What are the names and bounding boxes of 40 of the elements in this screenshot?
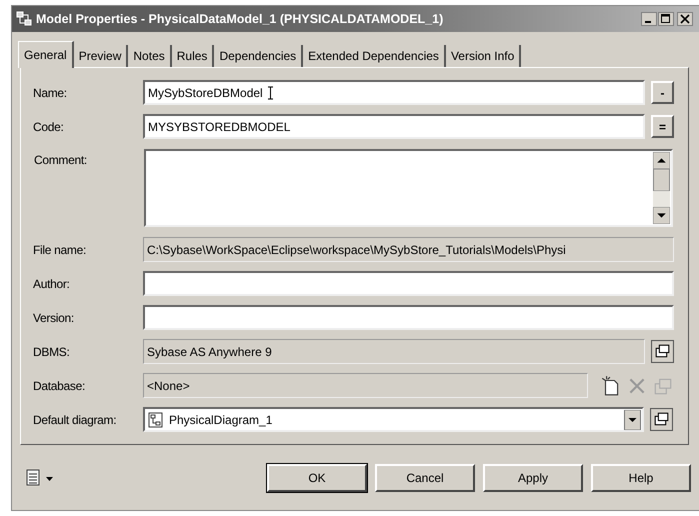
model-icon: [16, 11, 32, 27]
diagram-icon: [148, 412, 164, 428]
tab[interactable]: General: [18, 41, 74, 68]
field-label: Name:: [33, 86, 68, 100]
text-cursor-icon: [266, 86, 274, 100]
properties-button-icon[interactable]: [651, 340, 674, 363]
dialog-button[interactable]: OK: [267, 464, 367, 492]
properties-button-icon[interactable]: [650, 408, 673, 431]
comment-field[interactable]: [144, 149, 673, 227]
text-field[interactable]: MYSYBSTOREDBMODEL: [143, 114, 645, 139]
field-label: Default diagram:: [33, 412, 118, 426]
field-label: Version:: [33, 310, 75, 324]
scrollbar[interactable]: [653, 152, 670, 224]
read-only-field: C:\Sybase\WorkSpace\Eclipse\workspace\MySybStore_Tutorials\Models\Physi: [143, 237, 674, 262]
field-label: Database:: [33, 378, 86, 392]
field-label: File name:: [33, 242, 88, 256]
maximize-icon[interactable]: [658, 12, 674, 26]
field-option-button[interactable]: -: [651, 81, 674, 104]
close-icon[interactable]: [677, 12, 693, 26]
read-only-field: Sybase AS Anywhere 9: [143, 339, 645, 364]
list-menu-icon[interactable]: [26, 468, 56, 486]
field-label: DBMS:: [33, 344, 71, 358]
field-option-button[interactable]: =: [651, 115, 674, 138]
field-label: Code:: [33, 120, 65, 134]
dialog-button[interactable]: Cancel: [375, 464, 475, 492]
text-field[interactable]: MySybStoreDBModel: [143, 80, 645, 105]
scroll-down-icon[interactable]: [653, 207, 670, 224]
diagram-dropdown[interactable]: PhysicalDiagram_1: [143, 407, 644, 432]
scroll-up-icon[interactable]: [653, 152, 670, 169]
dialog-button[interactable]: Help: [591, 464, 691, 492]
minimize-icon[interactable]: [641, 12, 657, 26]
field-label: Author:: [33, 276, 71, 290]
dialog-button[interactable]: Apply: [483, 464, 583, 492]
text-field[interactable]: [143, 305, 674, 330]
scroll-thumb-icon[interactable]: [653, 169, 670, 191]
window-title: Model Properties - PhysicalDataModel_1 (PHYSICALDATAMODEL_1): [36, 12, 444, 26]
text-field[interactable]: [143, 271, 674, 296]
read-only-field: <None>: [143, 373, 588, 398]
dropdown-arrow-icon[interactable]: [624, 410, 641, 430]
field-label: Comment:: [34, 152, 88, 167]
